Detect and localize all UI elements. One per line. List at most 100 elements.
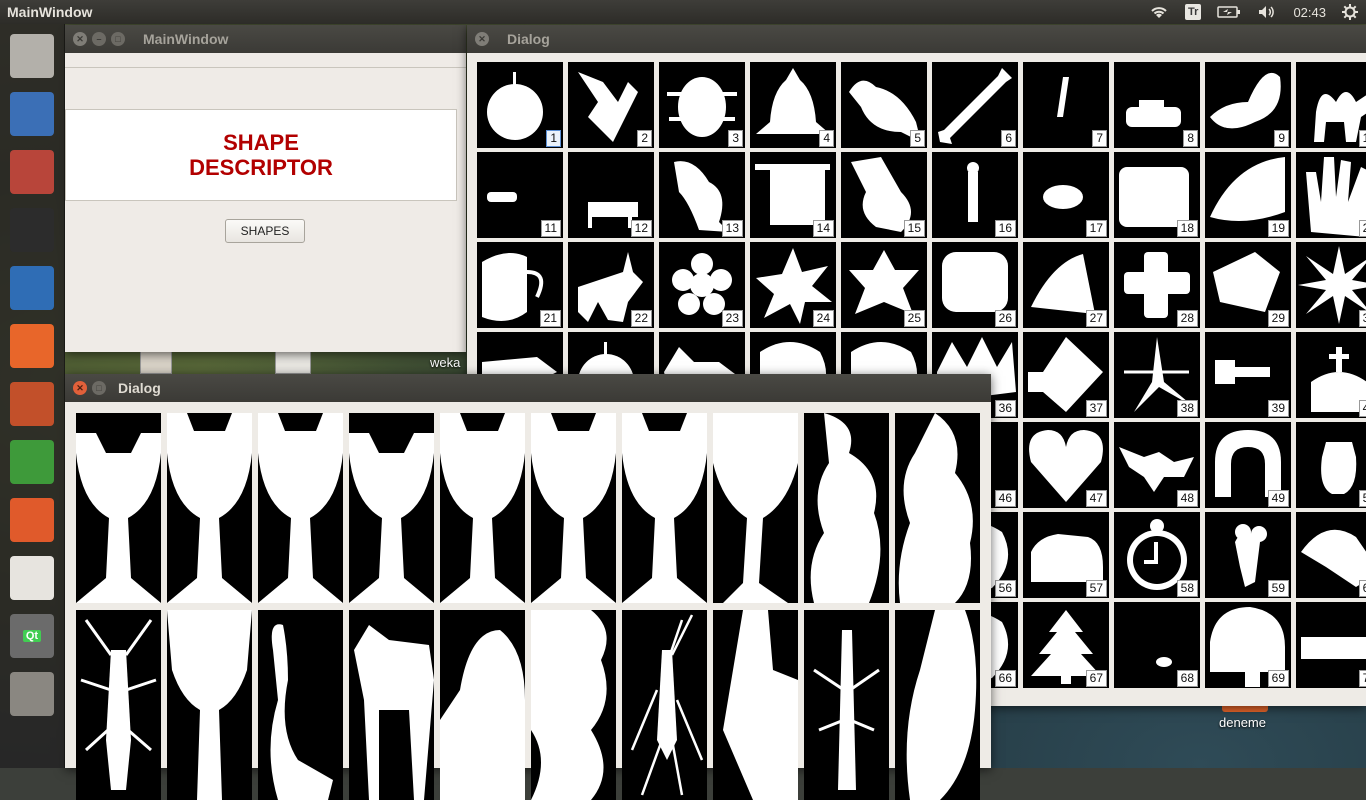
shape-cell[interactable]: 6 [932,62,1018,148]
shape-cell[interactable]: 10 [1296,62,1366,148]
shape-cell[interactable]: 39 [1205,332,1291,418]
result-thumbnail[interactable] [804,610,889,800]
blob-rev-shape-icon [531,610,607,800]
shape-cell[interactable]: 15 [841,152,927,238]
shape-cell[interactable]: 23 [659,242,745,328]
terminal-icon[interactable] [6,204,58,256]
wifi-icon[interactable] [1141,0,1177,24]
shape-cell[interactable]: 7 [1023,62,1109,148]
result-thumbnail[interactable] [622,413,707,603]
shape-number: 7 [1092,130,1107,147]
shape-cell[interactable]: 1 [477,62,563,148]
shape-cell[interactable]: 24 [750,242,836,328]
shape-cell[interactable]: 26 [932,242,1018,328]
close-button[interactable]: ✕ [73,381,87,395]
shape-cell[interactable]: 30 [1296,242,1366,328]
dialog-titlebar[interactable]: ✕ Dialog [467,25,1366,53]
result-thumbnail[interactable] [440,610,525,800]
shape-number: 57 [1085,580,1107,597]
result-thumbnail[interactable] [713,413,798,603]
shape-cell[interactable]: 3 [659,62,745,148]
volume-icon[interactable] [1249,0,1285,24]
keyboard-layout-icon[interactable]: Tr [1177,0,1209,24]
shape-cell[interactable]: 25 [841,242,927,328]
libreoffice-calc-icon[interactable] [6,436,58,488]
shape-cell[interactable]: 29 [1205,242,1291,328]
shape-cell[interactable]: 70 [1296,602,1366,688]
close-button[interactable]: ✕ [475,32,489,46]
shape-cell[interactable]: 5 [841,62,927,148]
file-manager-icon[interactable] [6,146,58,198]
libreoffice-impress-icon[interactable] [6,378,58,430]
shape-cell[interactable]: 9 [1205,62,1291,148]
shape-cell[interactable]: 59 [1205,512,1291,598]
shape-number: 50 [1358,490,1366,507]
shape-cell[interactable]: 2 [568,62,654,148]
minimize-button[interactable]: – [92,32,106,46]
workspace-switcher-icon[interactable] [6,668,58,720]
shape-cell[interactable]: 28 [1114,242,1200,328]
result-thumbnail[interactable] [167,610,252,800]
shape-cell[interactable]: 21 [477,242,563,328]
shape-cell[interactable]: 4 [750,62,836,148]
shape-cell[interactable]: 27 [1023,242,1109,328]
result-thumbnail[interactable] [349,610,434,800]
shape-cell[interactable]: 68 [1114,602,1200,688]
shapes-button[interactable]: SHAPES [225,219,305,243]
result-thumbnail[interactable] [622,610,707,800]
shape-cell[interactable]: 13 [659,152,745,238]
amazon-icon[interactable] [6,552,58,604]
result-thumbnail[interactable] [167,413,252,603]
software-center-icon[interactable] [6,494,58,546]
result-thumbnail[interactable] [804,413,889,603]
minimize-button[interactable]: □ [92,381,106,395]
settings-gear-icon[interactable] [1334,0,1366,24]
maximize-button[interactable]: □ [111,32,125,46]
result-thumbnail[interactable] [895,413,980,603]
desktop-icon-label-deneme[interactable]: deneme [1219,715,1266,730]
shape-cell[interactable]: 19 [1205,152,1291,238]
shape-cell[interactable]: 11 [477,152,563,238]
libreoffice-writer-icon[interactable] [6,262,58,314]
result-thumbnail[interactable] [895,610,980,800]
clock-indicator[interactable]: 02:43 [1285,0,1334,24]
shape-cell[interactable]: 47 [1023,422,1109,508]
shape-cell[interactable]: 18 [1114,152,1200,238]
result-thumbnail[interactable] [76,413,161,603]
shape-cell[interactable]: 50 [1296,422,1366,508]
shape-cell[interactable]: 58 [1114,512,1200,598]
shape-cell[interactable]: 22 [568,242,654,328]
shape-cell[interactable]: 67 [1023,602,1109,688]
dialog-titlebar[interactable]: ✕ □ Dialog [65,374,991,402]
result-thumbnail[interactable] [713,610,798,800]
main-window-titlebar[interactable]: ✕ – □ MainWindow [65,25,466,53]
result-thumbnail[interactable] [531,413,616,603]
shape-cell[interactable]: 60 [1296,512,1366,598]
shape-cell[interactable]: 37 [1023,332,1109,418]
battery-icon[interactable] [1209,0,1249,24]
desktop-icon-label-weka[interactable]: weka [430,355,460,370]
shape-cell[interactable]: 48 [1114,422,1200,508]
result-thumbnail[interactable] [76,610,161,800]
result-thumbnail[interactable] [349,413,434,603]
shape-cell[interactable]: 69 [1205,602,1291,688]
shape-cell[interactable]: 14 [750,152,836,238]
shape-cell[interactable]: 49 [1205,422,1291,508]
shape-cell[interactable]: 8 [1114,62,1200,148]
shape-cell[interactable]: 16 [932,152,1018,238]
close-button[interactable]: ✕ [73,32,87,46]
shape-cell[interactable]: 20 [1296,152,1366,238]
shape-cell[interactable]: 12 [568,152,654,238]
shape-cell[interactable]: 57 [1023,512,1109,598]
virtualbox-icon[interactable] [6,88,58,140]
shape-cell[interactable]: 38 [1114,332,1200,418]
result-thumbnail[interactable] [258,413,343,603]
result-thumbnail[interactable] [531,610,616,800]
ubuntu-dash-icon[interactable] [6,30,58,82]
qt-creator-icon[interactable]: Qt [6,610,58,662]
result-thumbnail[interactable] [258,610,343,800]
result-thumbnail[interactable] [440,413,525,603]
shape-cell[interactable]: 17 [1023,152,1109,238]
shape-cell[interactable]: 40 [1296,332,1366,418]
firefox-icon[interactable] [6,320,58,372]
